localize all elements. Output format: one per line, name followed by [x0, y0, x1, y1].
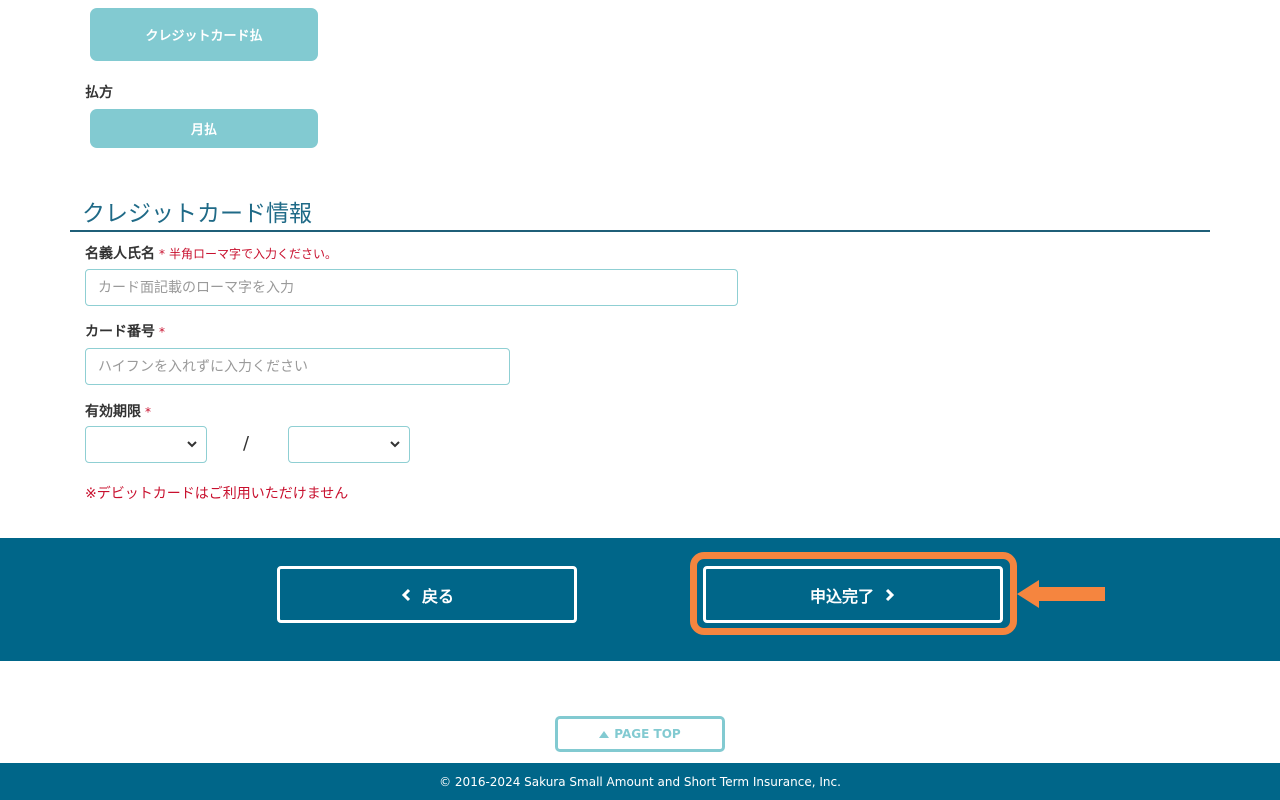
expiry-year-select[interactable] — [288, 426, 410, 463]
application-page: クレジットカード払 払方 月払 クレジットカード情報 名義人氏名 * 半角ローマ… — [0, 0, 1280, 800]
cardholder-name-input[interactable] — [85, 269, 738, 306]
required-mark: * — [159, 325, 165, 339]
card-number-label-text: カード番号 — [85, 324, 155, 340]
expiry-label-text: 有効期限 — [85, 404, 141, 420]
cardholder-name-label-text: 名義人氏名 — [85, 246, 155, 262]
triangle-up-icon — [599, 730, 610, 738]
back-button[interactable]: 戻る — [277, 566, 577, 623]
footer: © 2016-2024 Sakura Small Amount and Shor… — [0, 763, 1280, 800]
back-button-label: 戻る — [421, 586, 454, 606]
page-top-button[interactable]: PAGE TOP — [555, 716, 725, 752]
copyright-text: © 2016-2024 Sakura Small Amount and Shor… — [439, 774, 841, 789]
debit-card-warning: ※デビットカードはご利用いただけません — [85, 486, 349, 502]
page-top-label: PAGE TOP — [614, 727, 681, 741]
payment-method-credit-card-button[interactable]: クレジットカード払 — [90, 8, 318, 61]
card-number-input[interactable] — [85, 348, 510, 385]
card-number-label: カード番号 * — [85, 321, 165, 341]
chevron-left-icon — [401, 588, 411, 601]
submit-application-button[interactable]: 申込完了 — [703, 566, 1003, 623]
payment-frequency-monthly-button[interactable]: 月払 — [90, 109, 318, 148]
payment-frequency-value: 月払 — [190, 123, 217, 138]
submit-button-label: 申込完了 — [809, 586, 874, 606]
chevron-down-icon — [390, 441, 400, 448]
credit-card-section-title: クレジットカード情報 — [82, 201, 312, 227]
required-mark: * — [145, 405, 151, 419]
payment-method-label: クレジットカード払 — [145, 29, 263, 44]
cardholder-name-note: 半角ローマ字で入力ください。 — [169, 247, 338, 261]
expiry-month-select[interactable] — [85, 426, 207, 463]
required-mark: * — [159, 247, 165, 261]
chevron-right-icon — [885, 588, 895, 601]
pointer-arrow-icon — [1017, 580, 1105, 608]
expiry-separator: / — [243, 433, 250, 454]
cardholder-name-label: 名義人氏名 * 半角ローマ字で入力ください。 — [85, 243, 337, 263]
section-divider — [70, 230, 1210, 232]
payment-frequency-label: 払方 — [85, 82, 113, 102]
expiry-label: 有効期限 * — [85, 401, 151, 421]
chevron-down-icon — [187, 441, 197, 448]
payment-frequency-label-text: 払方 — [85, 85, 113, 101]
